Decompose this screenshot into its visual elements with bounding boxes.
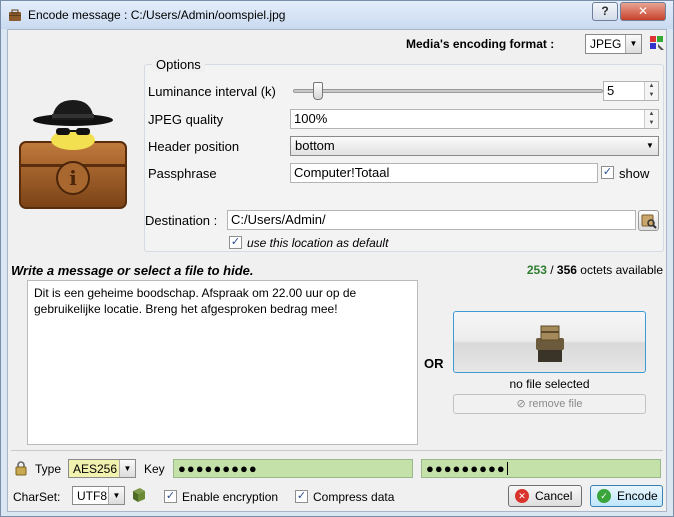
cancel-icon: ✕ <box>515 489 529 503</box>
compress-data-label: Compress data <box>313 490 395 504</box>
cipher-type-label: Type <box>35 462 62 476</box>
jpeg-quality-label: JPEG quality <box>148 112 224 127</box>
message-textarea[interactable]: Dit is een geheime boodschap. Afspraak o… <box>27 280 418 445</box>
octets-used: 253 <box>526 263 547 277</box>
cipher-type-select[interactable]: AES256 ▼ <box>68 459 136 478</box>
default-location-label: use this location as default <box>247 236 389 250</box>
spin-arrows-icon[interactable]: ▲ ▼ <box>644 82 658 100</box>
key-value: ●●●●●●●●● <box>178 461 258 476</box>
file-status: no file selected <box>509 377 590 391</box>
default-location-checkbox[interactable]: ✓ <box>229 236 242 249</box>
key-confirm-value: ●●●●●●●●● <box>426 461 506 476</box>
remove-icon: ⊘ <box>516 398 529 410</box>
cancel-button[interactable]: ✕ Cancel <box>508 485 582 507</box>
encoding-format-label: Media's encoding format : <box>406 37 555 51</box>
remove-file-label: remove file <box>528 398 583 410</box>
jpeg-quality-value: 100% <box>294 111 328 126</box>
message-prompt: Write a message or select a file to hide… <box>11 263 254 278</box>
encode-message-window: Encode message : C:/Users/Admin/oomspiel… <box>0 0 674 517</box>
octets-counter: 253 / 356 octets available <box>527 263 663 277</box>
show-passphrase-label: show <box>619 166 650 181</box>
passphrase-label: Passphrase <box>148 166 217 181</box>
spy-hat-briefcase-icon: i <box>19 100 127 209</box>
passphrase-value: Computer!Totaal <box>294 165 390 180</box>
luminance-label: Luminance interval (k) <box>148 84 276 99</box>
cipher-type-value: AES256 <box>73 462 118 476</box>
window-title: Encode message : C:/Users/Admin/oomspiel… <box>28 8 286 22</box>
chevron-down-icon: ▼ <box>646 141 654 150</box>
header-position-label: Header position <box>148 139 240 154</box>
select-file-button[interactable] <box>453 311 646 373</box>
spin-arrows-icon[interactable]: ▲ ▼ <box>644 110 658 128</box>
luminance-slider-thumb[interactable] <box>313 82 323 100</box>
encode-label: Encode <box>617 489 658 503</box>
compress-data-checkbox[interactable]: ✓ <box>295 490 308 503</box>
luminance-slider-track[interactable] <box>293 89 603 93</box>
chevron-down-icon: ▼ <box>108 487 124 504</box>
help-button[interactable]: ? <box>592 2 618 21</box>
octets-separator: / <box>546 263 557 277</box>
encoding-format-value: JPEG <box>590 37 622 51</box>
charset-value: UTF8 <box>77 489 107 503</box>
browse-destination-button[interactable] <box>638 210 659 231</box>
destination-value: C:/Users/Admin/ <box>231 212 326 227</box>
charset-select[interactable]: UTF8 ▼ <box>72 486 125 505</box>
close-button[interactable]: ✕ <box>620 2 666 21</box>
octets-suffix: octets available <box>576 263 663 277</box>
box-stack-icon <box>536 325 564 362</box>
briefcase-icon <box>9 9 21 21</box>
luminance-input[interactable]: 5 ▲ ▼ <box>603 81 659 101</box>
cancel-label: Cancel <box>535 489 573 503</box>
title-bar[interactable]: Encode message : C:/Users/Admin/oomspiel… <box>1 1 673 29</box>
charset-label: CharSet: <box>13 490 61 504</box>
destination-label: Destination : <box>145 213 218 228</box>
header-position-select[interactable]: bottom ▼ <box>290 136 659 156</box>
enable-encryption-label: Enable encryption <box>182 490 279 504</box>
dialog-body: Media's encoding format : JPEG ▼ i Optio… <box>7 29 667 512</box>
encoding-format-select[interactable]: JPEG ▼ <box>585 34 642 54</box>
key-input[interactable]: ●●●●●●●●● <box>173 459 413 478</box>
header-position-value: bottom <box>295 138 335 153</box>
options-title: Options <box>152 57 205 72</box>
enable-encryption-checkbox[interactable]: ✓ <box>164 490 177 503</box>
or-label: OR <box>424 356 444 371</box>
key-label: Key <box>144 462 165 476</box>
svg-text:i: i <box>69 166 77 190</box>
chevron-down-icon: ▼ <box>119 460 135 477</box>
color-palette-icon[interactable] <box>649 35 665 51</box>
octets-total: 356 <box>556 263 577 277</box>
passphrase-input[interactable]: Computer!Totaal <box>290 163 598 183</box>
key-confirm-input[interactable]: ●●●●●●●●● <box>421 459 661 478</box>
remove-file-button[interactable]: ⊘ remove file <box>453 394 646 414</box>
lock-icon <box>15 461 27 476</box>
chevron-down-icon: ▼ <box>625 35 641 53</box>
folder-search-icon <box>641 214 657 229</box>
check-icon: ✓ <box>597 489 611 503</box>
destination-input[interactable]: C:/Users/Admin/ <box>227 210 636 230</box>
divider <box>11 450 663 451</box>
jpeg-quality-input[interactable]: 100% ▲ ▼ <box>290 109 659 129</box>
show-passphrase-checkbox[interactable]: ✓ <box>601 166 614 179</box>
encode-button[interactable]: ✓ Encode <box>590 485 663 507</box>
luminance-value: 5 <box>607 83 615 98</box>
book-icon[interactable] <box>131 487 147 503</box>
text-caret <box>506 462 508 475</box>
